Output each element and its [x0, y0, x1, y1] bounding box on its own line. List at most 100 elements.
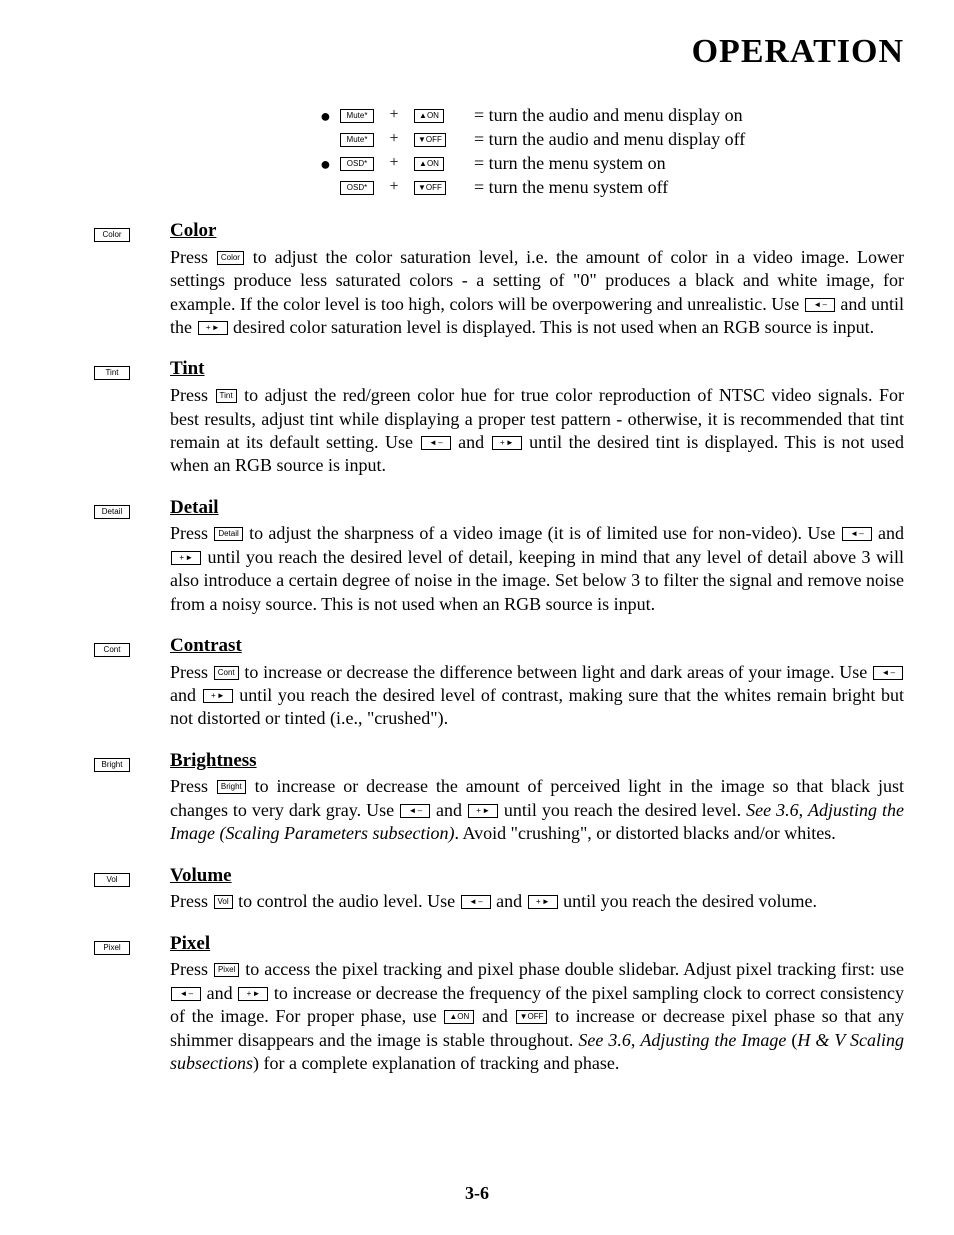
cont-key: Cont [94, 643, 130, 657]
section-body: Press Cont to increase or decrease the d… [170, 661, 904, 731]
plus-icon: + [374, 129, 414, 150]
bullet-icon: ● [320, 155, 340, 173]
section-body: Press Detail to adjust the sharpness of … [170, 522, 904, 616]
off-key: ▼OFF [414, 133, 446, 147]
section-tint: Tint Tint Press Tint to adjust the red/g… [50, 357, 904, 477]
text: and [202, 983, 237, 1003]
text: and [452, 432, 491, 452]
text: Press [170, 385, 215, 405]
text: to control the audio level. Use [234, 891, 460, 911]
on-key: ▲ON [444, 1010, 474, 1024]
vol-key: Vol [94, 873, 130, 887]
text: desired color saturation level is displa… [229, 317, 875, 337]
plus-icon: + [374, 153, 414, 174]
section-body: Press Color to adjust the color saturati… [170, 246, 904, 340]
cont-key: Cont [214, 666, 239, 680]
left-minus-key: ◄ – [842, 527, 872, 541]
tint-key: Tint [216, 389, 237, 403]
text: until you reach the desired level. [499, 800, 746, 820]
section-content: Volume Press Vol to control the audio le… [170, 864, 904, 914]
section-title: Pixel [170, 932, 904, 957]
toggle-row: OSD* + ▼OFF = turn the menu system off [320, 176, 904, 199]
detail-key: Detail [94, 505, 130, 519]
left-minus-key: ◄ – [400, 804, 430, 818]
toggle-desc: = turn the menu system on [474, 152, 666, 175]
section-body: Press Vol to control the audio level. Us… [170, 890, 904, 913]
on-key: ▲ON [414, 109, 444, 123]
text: to adjust the sharpness of a video image… [244, 523, 841, 543]
margin-key-slot: Pixel [50, 932, 170, 1076]
section-body: Press Tint to adjust the red/green color… [170, 384, 904, 478]
text: and [475, 1006, 514, 1026]
section-body: Press Pixel to access the pixel tracking… [170, 958, 904, 1075]
text: and [431, 800, 467, 820]
section-title: Color [170, 219, 904, 244]
toggle-desc: = turn the audio and menu display off [474, 128, 745, 151]
margin-key-slot: Tint [50, 357, 170, 477]
left-minus-key: ◄ – [171, 987, 201, 1001]
bright-key: Bright [217, 780, 246, 794]
section-pixel: Pixel Pixel Press Pixel to access the pi… [50, 932, 904, 1076]
page-number: 3-6 [0, 1182, 954, 1205]
text: until you reach the desired level of con… [170, 685, 904, 728]
plus-icon: + [374, 105, 414, 126]
text: Press [170, 959, 213, 979]
text: Press [170, 891, 213, 911]
section-body: Press Bright to increase or decrease the… [170, 775, 904, 845]
section-volume: Vol Volume Press Vol to control the audi… [50, 864, 904, 914]
text-italic: See 3.6 [578, 1030, 630, 1050]
text: , [631, 1030, 641, 1050]
margin-key-slot: Color [50, 219, 170, 339]
margin-key-slot: Cont [50, 634, 170, 731]
plus-right-key: + ► [468, 804, 498, 818]
toggle-row: ● Mute* + ▲ON = turn the audio and menu … [320, 104, 904, 127]
section-content: Detail Press Detail to adjust the sharpn… [170, 496, 904, 616]
color-key: Color [217, 251, 244, 265]
text: to adjust the color saturation level, i.… [170, 247, 904, 314]
text: until you reach the desired level of det… [170, 547, 904, 614]
text: Press [170, 247, 216, 267]
off-key: ▼OFF [516, 1010, 548, 1024]
toggle-row: Mute* + ▼OFF = turn the audio and menu d… [320, 128, 904, 151]
text: until you reach the desired volume. [559, 891, 817, 911]
text: , [799, 800, 808, 820]
plus-right-key: + ► [238, 987, 268, 1001]
left-minus-key: ◄ – [805, 298, 835, 312]
text: and [170, 685, 202, 705]
section-title: Detail [170, 496, 904, 521]
osd-key: OSD* [340, 157, 374, 171]
section-brightness: Bright Brightness Press Bright to increa… [50, 749, 904, 846]
text: and [873, 523, 904, 543]
plus-right-key: + ► [171, 551, 201, 565]
manual-page: OPERATION ● Mute* + ▲ON = turn the audio… [0, 0, 954, 1235]
margin-key-slot: Bright [50, 749, 170, 846]
left-minus-key: ◄ – [421, 436, 451, 450]
text: . Avoid "crushing", or distorted blacks … [454, 823, 835, 843]
section-content: Brightness Press Bright to increase or d… [170, 749, 904, 846]
section-title: Volume [170, 864, 904, 889]
text: to increase or decrease the difference b… [240, 662, 872, 682]
pixel-key: Pixel [214, 963, 239, 977]
section-content: Color Press Color to adjust the color sa… [170, 219, 904, 339]
text: to access the pixel tracking and pixel p… [240, 959, 904, 979]
mute-key: Mute* [340, 109, 374, 123]
section-content: Contrast Press Cont to increase or decre… [170, 634, 904, 731]
bright-key: Bright [94, 758, 130, 772]
pixel-key: Pixel [94, 941, 130, 955]
page-header: OPERATION [50, 30, 904, 76]
off-key: ▼OFF [414, 181, 446, 195]
section-content: Pixel Press Pixel to access the pixel tr… [170, 932, 904, 1076]
plus-icon: + [374, 177, 414, 198]
osd-key: OSD* [340, 181, 374, 195]
left-minus-key: ◄ – [461, 895, 491, 909]
text-italic: Adjusting the Image [640, 1030, 786, 1050]
section-title: Contrast [170, 634, 904, 659]
section-color: Color Color Press Color to adjust the co… [50, 219, 904, 339]
left-minus-key: ◄ – [873, 666, 903, 680]
on-key: ▲ON [414, 157, 444, 171]
tint-key: Tint [94, 366, 130, 380]
toggle-combinations: ● Mute* + ▲ON = turn the audio and menu … [320, 104, 904, 199]
color-key: Color [94, 228, 130, 242]
text: ( [786, 1030, 797, 1050]
plus-right-key: + ► [198, 321, 228, 335]
